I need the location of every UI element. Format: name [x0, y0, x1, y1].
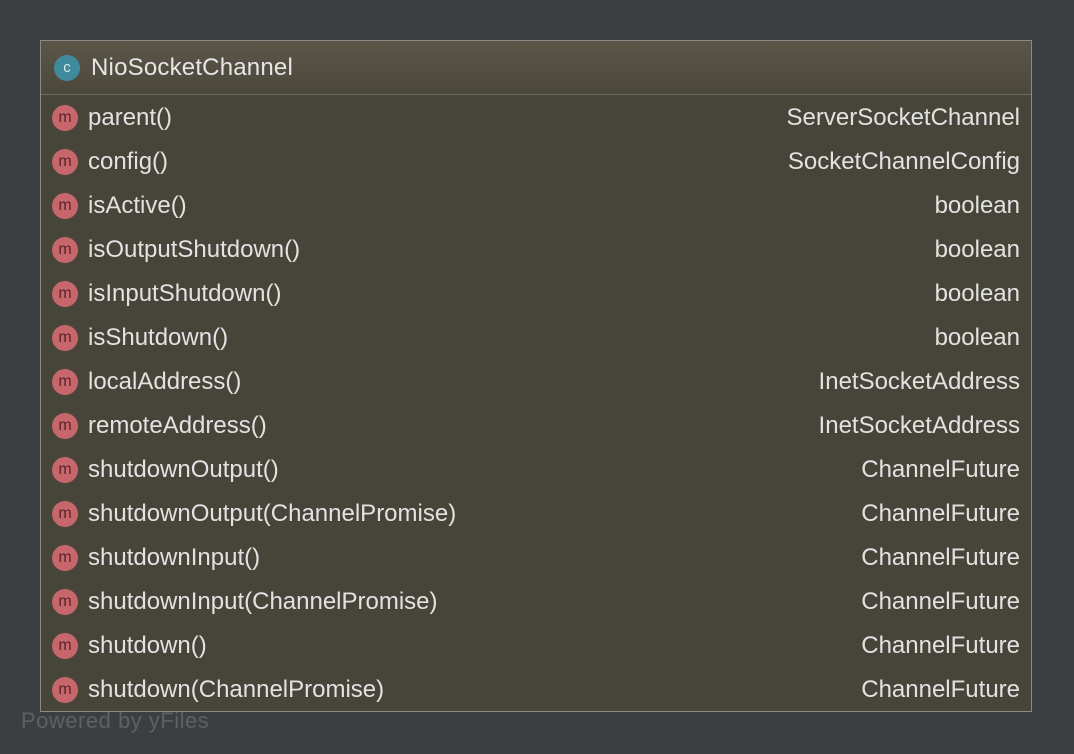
method-icon: m: [52, 633, 78, 659]
method-return-type: InetSocketAddress: [818, 412, 1020, 439]
method-icon: m: [52, 193, 78, 219]
method-icon: m: [52, 589, 78, 615]
method-return-type: boolean: [934, 324, 1020, 351]
method-icon: m: [52, 545, 78, 571]
method-row[interactable]: m isShutdown() boolean: [41, 316, 1031, 360]
method-name: shutdownOutput(ChannelPromise): [88, 500, 457, 527]
method-return-type: boolean: [934, 192, 1020, 219]
method-return-type: ChannelFuture: [861, 500, 1020, 527]
method-row[interactable]: m shutdown(ChannelPromise) ChannelFuture: [41, 668, 1031, 712]
class-icon: c: [54, 54, 80, 81]
method-row[interactable]: m parent() ServerSocketChannel: [41, 96, 1031, 140]
method-row[interactable]: m config() SocketChannelConfig: [41, 140, 1031, 184]
method-icon: m: [52, 325, 78, 351]
method-name: parent(): [88, 104, 173, 131]
method-icon: m: [52, 369, 78, 395]
method-row[interactable]: m isActive() boolean: [41, 184, 1031, 228]
method-row[interactable]: m isOutputShutdown() boolean: [41, 228, 1031, 272]
method-row[interactable]: m shutdownOutput() ChannelFuture: [41, 448, 1031, 492]
method-icon: m: [52, 457, 78, 483]
method-list: m parent() ServerSocketChannel m config(…: [41, 95, 1031, 712]
method-return-type: SocketChannelConfig: [787, 148, 1020, 175]
method-icon: m: [52, 281, 78, 307]
method-row[interactable]: m localAddress() InetSocketAddress: [41, 360, 1031, 404]
method-name: isActive(): [88, 192, 187, 219]
method-row[interactable]: m shutdownOutput(ChannelPromise) Channel…: [41, 492, 1031, 536]
method-name: shutdownInput(): [88, 544, 261, 571]
method-name: shutdownOutput(): [88, 456, 279, 483]
method-name: remoteAddress(): [88, 412, 267, 439]
method-return-type: InetSocketAddress: [818, 368, 1020, 395]
method-icon: m: [52, 105, 78, 131]
method-row[interactable]: m isInputShutdown() boolean: [41, 272, 1031, 316]
class-name: NioSocketChannel: [91, 53, 293, 81]
method-return-type: ChannelFuture: [861, 676, 1020, 703]
method-name: isInputShutdown(): [88, 280, 282, 307]
method-row[interactable]: m remoteAddress() InetSocketAddress: [41, 404, 1031, 448]
class-node[interactable]: c NioSocketChannel m parent() ServerSock…: [40, 40, 1032, 712]
method-return-type: boolean: [934, 236, 1020, 263]
method-name: shutdownInput(ChannelPromise): [88, 588, 438, 615]
method-row[interactable]: m shutdown() ChannelFuture: [41, 624, 1031, 668]
method-name: isOutputShutdown(): [88, 236, 301, 263]
class-header[interactable]: c NioSocketChannel: [41, 41, 1031, 95]
method-return-type: ChannelFuture: [861, 588, 1020, 615]
method-icon: m: [52, 501, 78, 527]
method-icon: m: [52, 149, 78, 175]
method-icon: m: [52, 677, 78, 703]
method-name: shutdown(): [88, 632, 207, 659]
method-name: config(): [88, 148, 169, 175]
method-row[interactable]: m shutdownInput() ChannelFuture: [41, 536, 1031, 580]
method-return-type: ChannelFuture: [861, 544, 1020, 571]
method-name: isShutdown(): [88, 324, 229, 351]
method-return-type: ChannelFuture: [861, 456, 1020, 483]
method-return-type: boolean: [934, 280, 1020, 307]
method-return-type: ChannelFuture: [861, 632, 1020, 659]
method-icon: m: [52, 413, 78, 439]
method-icon: m: [52, 237, 78, 263]
method-name: shutdown(ChannelPromise): [88, 676, 385, 703]
yfiles-watermark: Powered by yFiles: [21, 708, 210, 733]
method-row[interactable]: m shutdownInput(ChannelPromise) ChannelF…: [41, 580, 1031, 624]
method-return-type: ServerSocketChannel: [786, 104, 1020, 131]
method-name: localAddress(): [88, 368, 242, 395]
